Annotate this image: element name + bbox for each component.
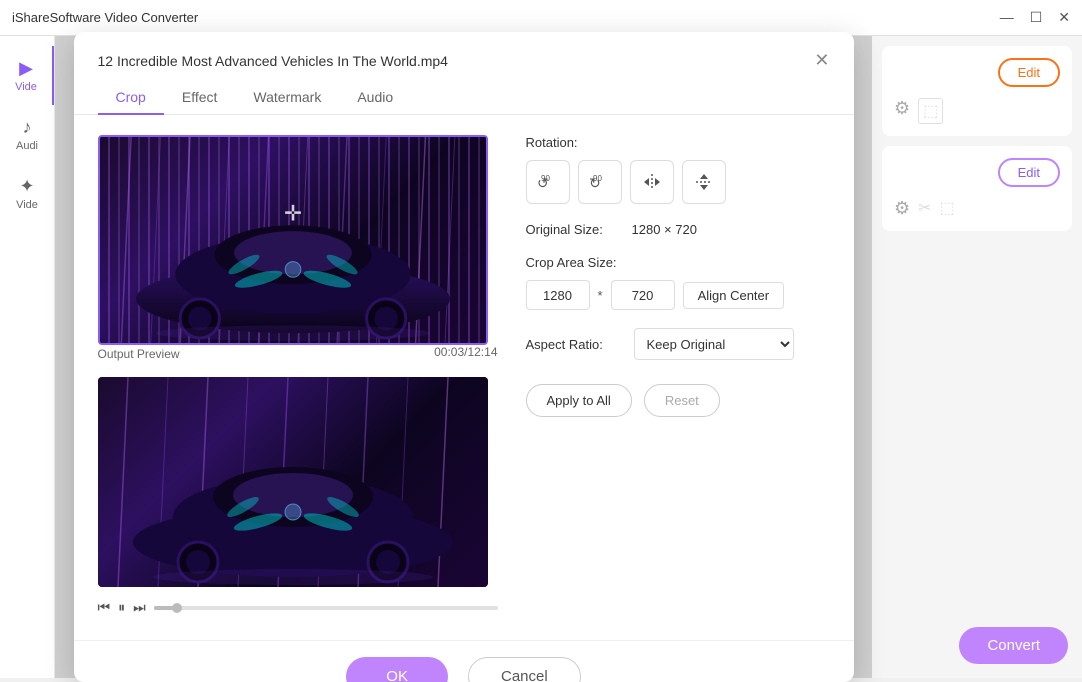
progress-bar[interactable]: [154, 606, 498, 610]
tab-audio[interactable]: Audio: [339, 81, 411, 115]
rotation-buttons: ↺ 90 ↻ 90: [526, 160, 830, 204]
audio-icon: ♪: [8, 117, 46, 138]
sidebar-item-video[interactable]: ▶ Vide: [0, 46, 54, 105]
cancel-button[interactable]: Cancel: [468, 657, 581, 682]
crop-row: * Align Center: [526, 280, 830, 310]
right-card-2-icons: ⚙ ✂ ⬚: [894, 198, 1060, 219]
output-inner: [98, 377, 488, 587]
crop-icon-2[interactable]: ⬚: [940, 198, 955, 219]
output-svg: [98, 377, 488, 587]
apply-to-all-button[interactable]: Apply to All: [526, 384, 632, 417]
output-preview: [98, 377, 488, 587]
sidebar-label-video: Vide: [15, 81, 37, 93]
app-title: iShareSoftware Video Converter: [12, 10, 198, 25]
modal-body: ✛ Output Preview 00:03/12:14: [74, 115, 854, 640]
rotation-section: Rotation: ↺ 90 ↻: [526, 135, 830, 204]
skip-back-button[interactable]: ⏮: [98, 599, 111, 616]
aspect-ratio-label: Aspect Ratio:: [526, 337, 626, 352]
video-inner: ✛: [100, 137, 486, 343]
original-size-value: 1280 × 720: [632, 222, 697, 237]
maximize-button[interactable]: ☐: [1030, 9, 1043, 26]
right-card-1-icons: ⚙ ⬚: [894, 98, 1060, 124]
edit-button-2[interactable]: Edit: [998, 158, 1060, 187]
progress-thumb[interactable]: [172, 603, 182, 613]
right-panel: Edit ⚙ ⬚ Edit ⚙ ✂ ⬚ Convert: [872, 36, 1082, 678]
original-size-section: Original Size: 1280 × 720: [526, 222, 830, 237]
tab-watermark[interactable]: Watermark: [235, 81, 339, 115]
crop-area-label: Crop Area Size:: [526, 255, 830, 270]
gear-icon-1[interactable]: ⚙: [894, 98, 910, 124]
controls-panel: Rotation: ↺ 90 ↻: [498, 135, 830, 620]
edit-button-1[interactable]: Edit: [998, 58, 1060, 87]
video2-icon: ✦: [8, 176, 46, 197]
gear-icon-2[interactable]: ⚙: [894, 198, 910, 219]
flip-vertical-button[interactable]: [682, 160, 726, 204]
app-body: ▶ Vide ♪ Audi ✦ Vide 12 Incredible Most …: [0, 36, 1082, 678]
aspect-ratio-section: Aspect Ratio: Keep Original 16:9 4:3 1:1…: [526, 328, 830, 360]
close-button[interactable]: ✕: [1058, 9, 1070, 26]
video-time: 00:03/12:14: [434, 345, 497, 359]
sidebar: ▶ Vide ♪ Audi ✦ Vide: [0, 36, 55, 678]
rotate-right-icon: ↻ 90: [589, 171, 611, 193]
rotation-label: Rotation:: [526, 135, 830, 150]
modal-footer: OK Cancel: [74, 640, 854, 682]
sidebar-item-audio[interactable]: ♪ Audi: [0, 105, 54, 164]
video-frame: ✛: [98, 135, 488, 345]
flip-horizontal-button[interactable]: [630, 160, 674, 204]
reset-button[interactable]: Reset: [644, 384, 720, 417]
sidebar-item-video2[interactable]: ✦ Vide: [0, 164, 54, 223]
main-content: 12 Incredible Most Advanced Vehicles In …: [55, 36, 872, 678]
svg-text:✛: ✛: [283, 200, 301, 225]
aspect-ratio-select[interactable]: Keep Original 16:9 4:3 1:1 9:16: [634, 328, 794, 360]
modal-close-button[interactable]: ✕: [814, 50, 829, 71]
crop-icon-1[interactable]: ⬚: [918, 98, 943, 124]
original-size-label: Original Size:: [526, 222, 626, 237]
rotate-left-button[interactable]: ↺ 90: [526, 160, 570, 204]
size-row: Original Size: 1280 × 720: [526, 222, 830, 237]
minimize-button[interactable]: —: [1000, 9, 1014, 26]
modal-tabs: Crop Effect Watermark Audio: [74, 71, 854, 115]
action-row: Apply to All Reset: [526, 384, 830, 417]
play-button[interactable]: ⏭: [133, 599, 146, 616]
crop-height-input[interactable]: [611, 280, 675, 310]
svg-text:90: 90: [541, 174, 550, 183]
right-card-2: Edit ⚙ ✂ ⬚: [882, 146, 1072, 231]
modal-overlay: 12 Incredible Most Advanced Vehicles In …: [55, 36, 872, 678]
rotate-right-button[interactable]: ↻ 90: [578, 160, 622, 204]
video-svg: ✛: [100, 137, 486, 343]
svg-text:90: 90: [593, 174, 602, 183]
sidebar-label-audio: Audi: [16, 140, 38, 152]
video-label-row: Output Preview 00:03/12:14: [98, 345, 498, 363]
window-controls[interactable]: — ☐ ✕: [1000, 9, 1070, 26]
tab-effect[interactable]: Effect: [164, 81, 236, 115]
sidebar-label-video2: Vide: [16, 199, 38, 211]
preview-area: ✛ Output Preview 00:03/12:14: [98, 135, 498, 620]
title-bar: iShareSoftware Video Converter — ☐ ✕: [0, 0, 1082, 36]
playback-controls: ⏮ ⏸ ⏭: [98, 595, 498, 620]
pause-button[interactable]: ⏸: [118, 599, 125, 616]
aspect-row: Aspect Ratio: Keep Original 16:9 4:3 1:1…: [526, 328, 830, 360]
scissors-icon-2[interactable]: ✂: [918, 198, 931, 219]
flip-horizontal-icon: [641, 171, 663, 193]
progress-fill: [154, 606, 174, 610]
modal-header: 12 Incredible Most Advanced Vehicles In …: [74, 32, 854, 71]
ok-button[interactable]: OK: [346, 657, 448, 682]
right-card-1: Edit ⚙ ⬚: [882, 46, 1072, 136]
crop-area-section: Crop Area Size: * Align Center: [526, 255, 830, 310]
video-label: Output Preview: [98, 347, 180, 361]
crop-width-input[interactable]: [526, 280, 590, 310]
convert-button[interactable]: Convert: [959, 627, 1068, 664]
crop-separator: *: [598, 288, 603, 303]
flip-vertical-icon: [693, 171, 715, 193]
align-center-button[interactable]: Align Center: [683, 282, 785, 309]
tab-crop[interactable]: Crop: [98, 81, 164, 115]
modal-title: 12 Incredible Most Advanced Vehicles In …: [98, 53, 448, 69]
rotate-left-icon: ↺ 90: [537, 171, 559, 193]
modal-dialog: 12 Incredible Most Advanced Vehicles In …: [74, 32, 854, 682]
video-icon: ▶: [8, 58, 44, 79]
